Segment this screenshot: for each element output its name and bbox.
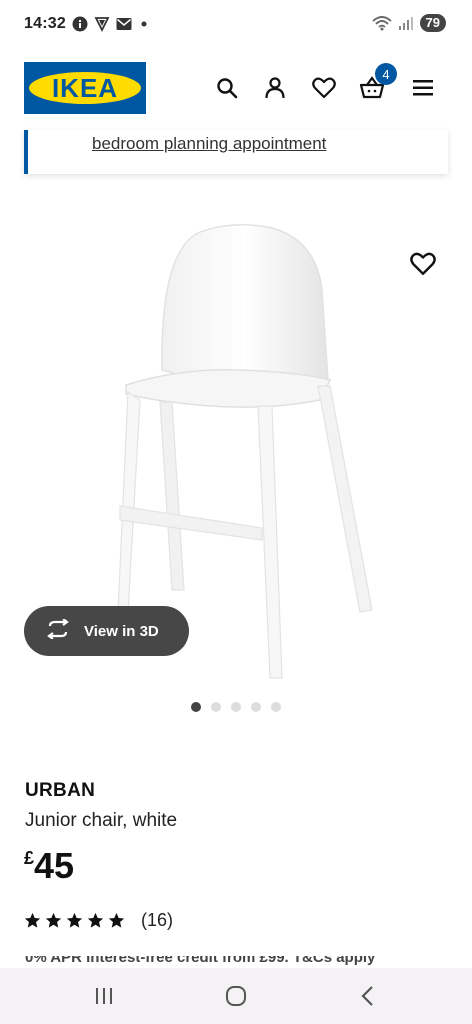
- image-carousel-dots: [191, 702, 281, 712]
- product-name: URBAN: [25, 780, 96, 801]
- view-in-3d-label: View in 3D: [84, 622, 159, 640]
- logo-text: IKEA: [51, 72, 119, 103]
- back-icon[interactable]: [356, 984, 380, 1008]
- credit-info-line: 0% APR Interest-free credit from £99. T&…: [25, 956, 376, 966]
- rating-stars: [24, 912, 125, 929]
- ikea-logo[interactable]: IKEA: [24, 62, 146, 114]
- status-time: 14:32: [24, 15, 66, 32]
- favorite-icon[interactable]: [410, 252, 436, 278]
- wifi-icon: [371, 15, 392, 31]
- price-value: 45: [34, 845, 75, 886]
- carousel-dot[interactable]: [251, 702, 261, 712]
- account-icon[interactable]: [261, 74, 289, 102]
- star-icon: [108, 912, 125, 928]
- product-price: £ 45: [24, 846, 74, 886]
- view-in-3d-button[interactable]: View in 3D: [24, 606, 189, 656]
- carousel-dot[interactable]: [211, 702, 221, 712]
- status-bar: 14:32 79: [0, 0, 472, 48]
- star-icon: [66, 912, 83, 928]
- search-icon[interactable]: [213, 74, 241, 102]
- mail-icon: [116, 17, 132, 31]
- star-icon: [45, 912, 62, 928]
- notification-dot-icon: [138, 18, 150, 30]
- vpn-shield-icon: [94, 16, 110, 32]
- heart-icon[interactable]: [310, 74, 338, 102]
- product-description: Junior chair, white: [25, 810, 178, 831]
- carousel-dot[interactable]: [191, 702, 201, 712]
- promo-banner: bedroom planning appointment: [24, 130, 448, 174]
- product-rating[interactable]: (16): [24, 910, 173, 931]
- price-currency: £: [24, 848, 35, 868]
- recent-apps-icon[interactable]: [92, 984, 116, 1008]
- carousel-dot[interactable]: [231, 702, 241, 712]
- carousel-dot[interactable]: [271, 702, 281, 712]
- star-icon: [24, 912, 41, 928]
- system-nav-bar: [0, 968, 472, 1024]
- battery-level: 79: [419, 14, 446, 32]
- banner-link[interactable]: bedroom planning appointment: [92, 134, 326, 154]
- review-count: (16): [141, 910, 174, 930]
- home-icon[interactable]: [224, 984, 248, 1008]
- rotate-3d-icon: [44, 618, 72, 643]
- signal-icon: [398, 16, 414, 30]
- site-header: IKEA: [0, 60, 472, 116]
- status-left: 14:32: [24, 15, 150, 33]
- cart-count-badge: 4: [375, 63, 397, 85]
- logo-oval: IKEA: [29, 72, 141, 104]
- info-icon: [72, 16, 88, 32]
- status-right: 79: [371, 14, 446, 32]
- star-icon: [87, 912, 104, 928]
- menu-icon[interactable]: [409, 74, 437, 102]
